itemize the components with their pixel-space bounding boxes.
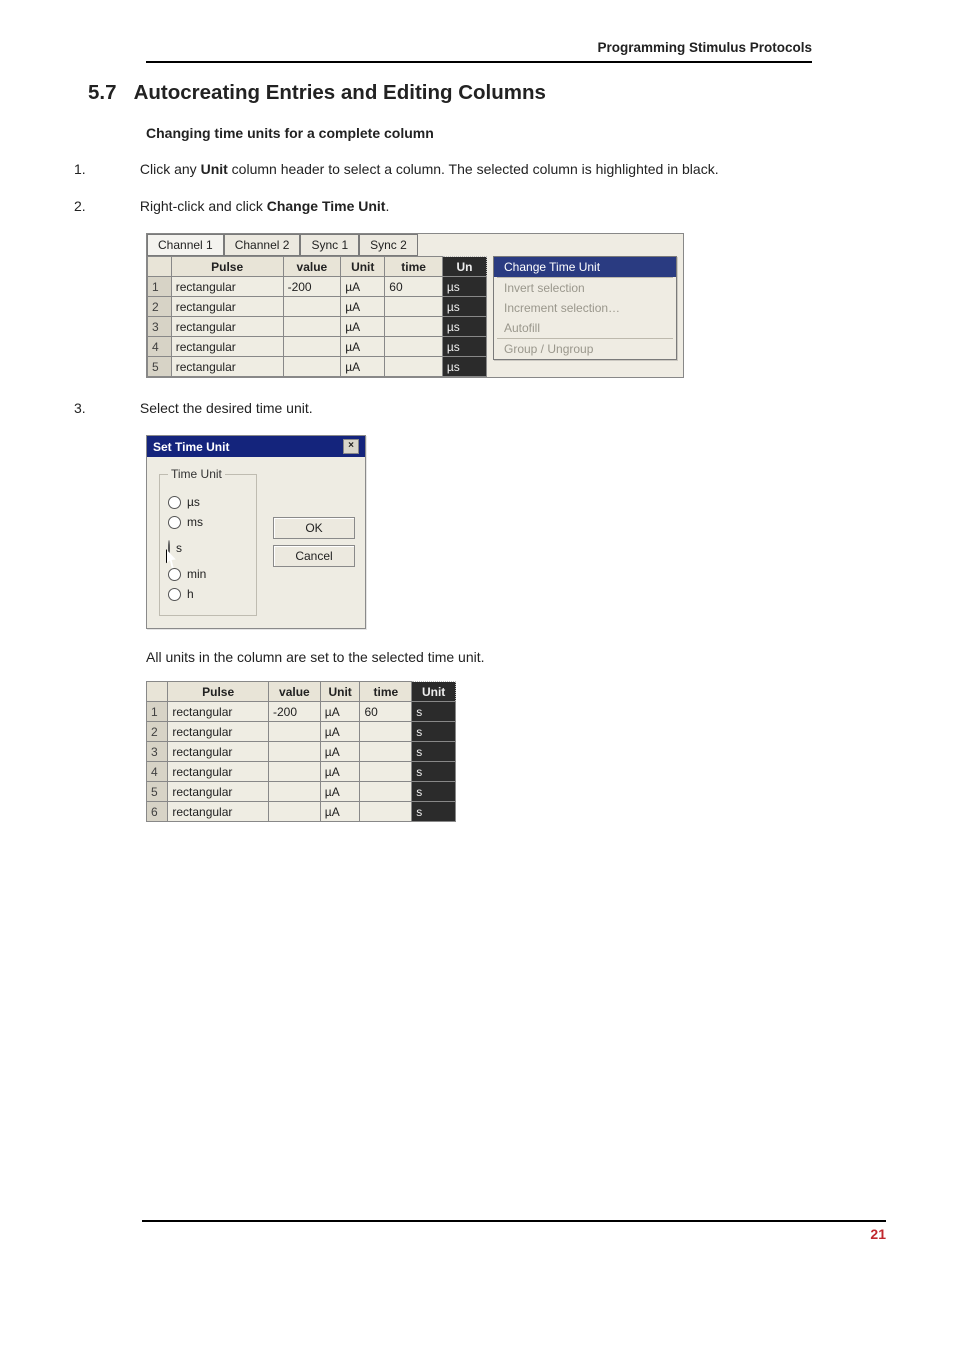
table-row[interactable]: 3rectangularµAs	[147, 742, 456, 762]
grid-with-context-menu: Channel 1 Channel 2 Sync 1 Sync 2 Pulse …	[146, 233, 684, 378]
radio-ms[interactable]: ms	[168, 515, 246, 529]
radio-icon	[168, 540, 170, 556]
section-title: 5.7 Autocreating Entries and Editing Col…	[88, 81, 812, 105]
ok-button[interactable]: OK	[273, 517, 355, 539]
col-value[interactable]: value	[283, 257, 341, 277]
radio-icon	[168, 516, 181, 529]
table-row[interactable]: 1rectangular-200µA60s	[147, 702, 456, 722]
col-time[interactable]: time	[385, 257, 443, 277]
step-3: 3. Select the desired time unit.	[108, 398, 812, 419]
menu-group-ungroup[interactable]: Group / Ungroup	[494, 339, 676, 359]
tab-sync-2[interactable]: Sync 2	[359, 234, 418, 256]
page-number: 21	[142, 1220, 886, 1242]
radio-s[interactable]: s	[168, 541, 182, 555]
menu-autofill[interactable]: Autofill	[494, 318, 676, 338]
table-row[interactable]: 6rectangularµAs	[147, 802, 456, 822]
section-number: 5.7	[88, 81, 117, 104]
col-corner	[148, 257, 172, 277]
table-row[interactable]: 3rectangularµAµs	[148, 317, 487, 337]
radio-icon	[168, 496, 181, 509]
radio-icon	[168, 568, 181, 581]
step-1: 1. Click any Unit column header to selec…	[108, 159, 812, 180]
step-text: Select the desired time unit.	[140, 400, 313, 416]
tab-channel-1[interactable]: Channel 1	[147, 234, 224, 256]
time-unit-fieldset: Time Unit µs ms s min h	[159, 467, 257, 616]
sub-title: Changing time units for a complete colum…	[146, 125, 812, 141]
table-row[interactable]: 4rectangularµAs	[147, 762, 456, 782]
col-unit[interactable]: Unit	[320, 682, 360, 702]
step-num: 3.	[110, 398, 136, 419]
col-unit[interactable]: Unit	[341, 257, 385, 277]
dialog-titlebar: Set Time Unit ×	[147, 436, 365, 457]
table-row[interactable]: 1rectangular-200µA60µs	[148, 277, 487, 297]
step-text: Right-click and click Change Time Unit.	[140, 198, 389, 214]
page-header: Programming Stimulus Protocols	[146, 40, 812, 63]
col-pulse[interactable]: Pulse	[168, 682, 269, 702]
cancel-button[interactable]: Cancel	[273, 545, 355, 567]
section-heading: Autocreating Entries and Editing Columns	[134, 81, 546, 104]
tab-sync-1[interactable]: Sync 1	[300, 234, 359, 256]
step-text: Click any Unit column header to select a…	[140, 161, 719, 177]
table-row[interactable]: 2rectangularµAs	[147, 722, 456, 742]
col-pulse[interactable]: Pulse	[171, 257, 283, 277]
col-unit2-selected[interactable]: Un	[442, 257, 486, 277]
col-value[interactable]: value	[268, 682, 320, 702]
col-unit2-selected[interactable]: Unit	[412, 682, 456, 702]
tab-channel-2[interactable]: Channel 2	[224, 234, 301, 256]
after-dialog-text: All units in the column are set to the s…	[146, 649, 812, 665]
fieldset-legend: Time Unit	[168, 467, 225, 481]
radio-us[interactable]: µs	[168, 495, 246, 509]
pulse-grid-1[interactable]: Pulse value Unit time Un 1rectangular-20…	[147, 256, 487, 377]
table-row[interactable]: 5rectangularµAs	[147, 782, 456, 802]
dialog-title: Set Time Unit	[153, 440, 229, 454]
menu-increment-selection[interactable]: Increment selection…	[494, 298, 676, 318]
step-2: 2. Right-click and click Change Time Uni…	[108, 196, 812, 217]
col-corner	[147, 682, 168, 702]
set-time-unit-dialog: Set Time Unit × Time Unit µs ms s min h …	[146, 435, 366, 629]
tab-bar: Channel 1 Channel 2 Sync 1 Sync 2	[147, 234, 683, 256]
table-row[interactable]: 5rectangularµAµs	[148, 357, 487, 377]
radio-icon	[168, 588, 181, 601]
radio-min[interactable]: min	[168, 567, 246, 581]
context-menu: Change Time Unit Invert selection Increm…	[493, 256, 677, 360]
menu-invert-selection[interactable]: Invert selection	[494, 278, 676, 298]
step-num: 1.	[110, 159, 136, 180]
pulse-grid-2[interactable]: Pulse value Unit time Unit 1rectangular-…	[146, 681, 456, 822]
radio-h[interactable]: h	[168, 587, 246, 601]
table-row[interactable]: 4rectangularµAµs	[148, 337, 487, 357]
step-num: 2.	[110, 196, 136, 217]
menu-change-time-unit[interactable]: Change Time Unit	[494, 257, 676, 277]
close-icon[interactable]: ×	[343, 439, 359, 454]
col-time[interactable]: time	[360, 682, 412, 702]
table-row[interactable]: 2rectangularµAµs	[148, 297, 487, 317]
